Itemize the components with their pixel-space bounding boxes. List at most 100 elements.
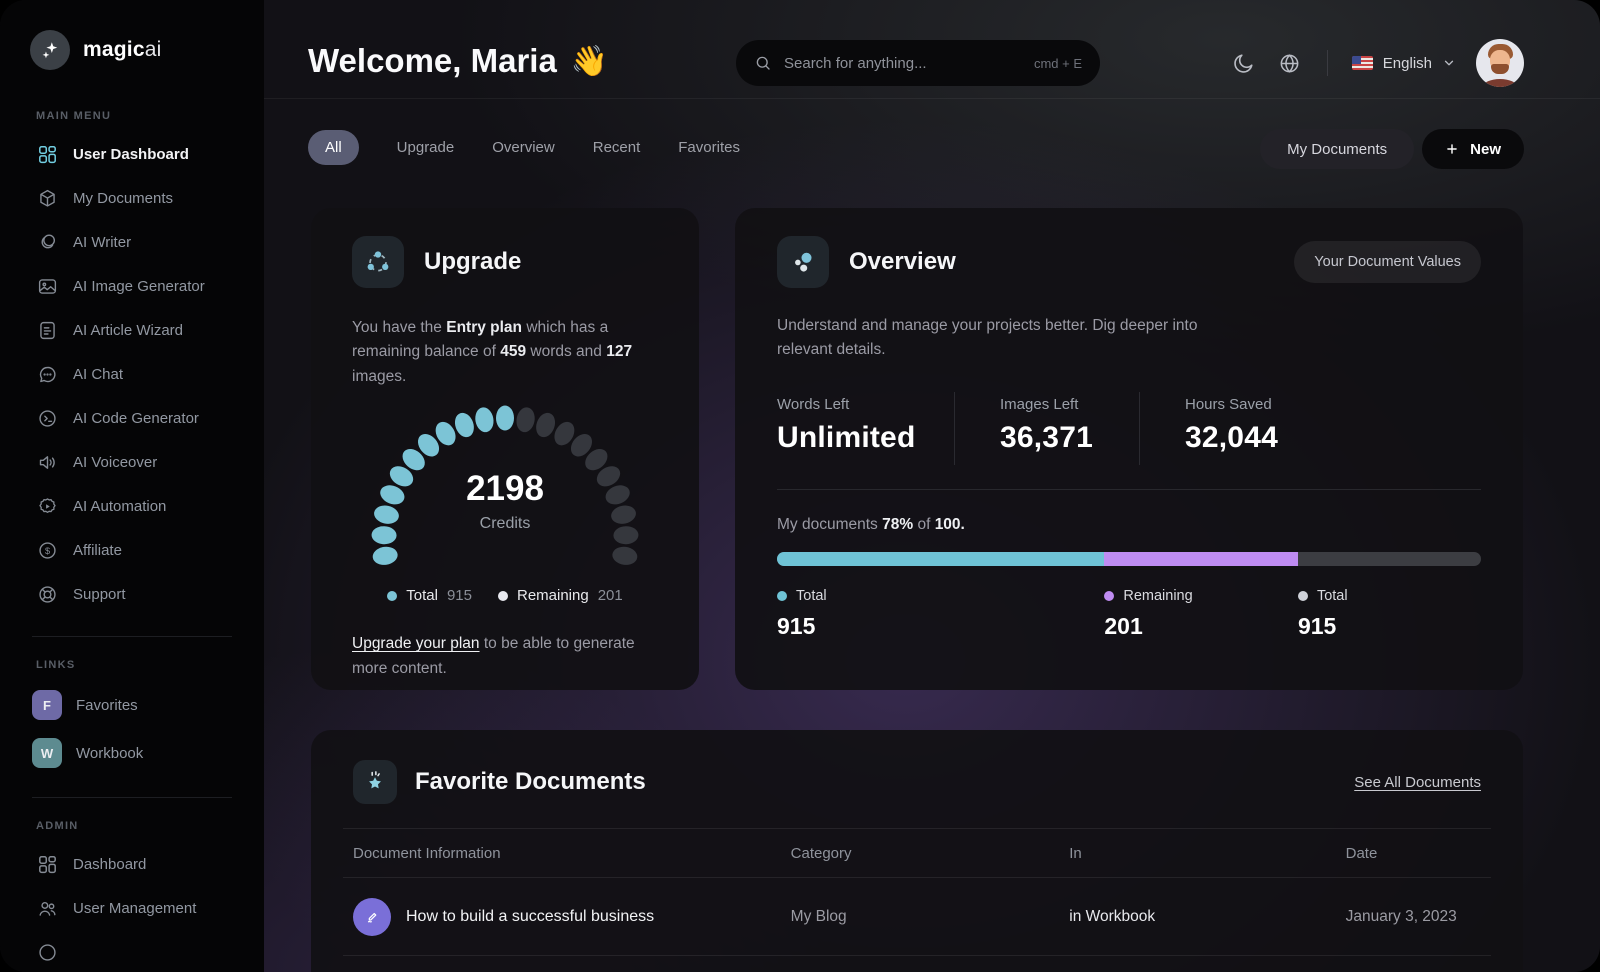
new-button[interactable]: New bbox=[1422, 129, 1524, 169]
page-title: Welcome, Maria 👋 bbox=[308, 42, 609, 79]
filter-tabs: All Upgrade Overview Recent Favorites bbox=[308, 130, 740, 165]
favorite-documents-card: Favorite Documents See All Documents Doc… bbox=[311, 730, 1523, 972]
overview-card: Overview Your Document Values Understand… bbox=[735, 208, 1523, 690]
sidebar-item-admin-dashboard[interactable]: Dashboard bbox=[24, 842, 240, 886]
pen-icon bbox=[353, 897, 391, 936]
tab-recent[interactable]: Recent bbox=[593, 139, 641, 156]
sidebar-item-ai-code-generator[interactable]: AI Code Generator bbox=[24, 396, 240, 440]
search-shortcut: cmd + E bbox=[1033, 55, 1082, 71]
stat-hours-saved: Hours Saved 32,044 bbox=[1185, 396, 1278, 455]
credits-unit: Credits bbox=[479, 515, 531, 533]
legend-total-gray: Total 915 bbox=[1297, 588, 1348, 640]
white-dot-icon bbox=[497, 590, 508, 601]
us-flag-icon bbox=[1351, 56, 1373, 70]
chevron-down-icon bbox=[1444, 60, 1454, 66]
sidebar-item-favorites[interactable]: F Favorites bbox=[24, 681, 240, 729]
see-all-documents-link[interactable]: See All Documents bbox=[1354, 774, 1481, 791]
tab-overview[interactable]: Overview bbox=[492, 139, 555, 156]
tab-upgrade[interactable]: Upgrade bbox=[397, 139, 455, 156]
sidebar-item-user-management[interactable]: User Management bbox=[24, 886, 240, 930]
app-window: magicai MAIN MENU User Dashboard My Docu… bbox=[0, 0, 1600, 972]
stat-words-left: Words Left Unlimited bbox=[777, 392, 955, 466]
sidebar-item-workbook[interactable]: W Workbook bbox=[24, 729, 240, 777]
progress-segment-total bbox=[777, 552, 1105, 567]
language-selector[interactable]: English bbox=[1351, 54, 1456, 72]
globe-icon[interactable] bbox=[1277, 50, 1303, 76]
teal-dot-icon bbox=[777, 591, 787, 602]
scatter-dots-icon bbox=[777, 236, 829, 288]
search-bar[interactable]: cmd + E bbox=[736, 40, 1100, 86]
image-icon bbox=[36, 275, 58, 297]
documents-progress-bar bbox=[777, 552, 1481, 567]
credits-value: 2198 bbox=[466, 469, 544, 509]
sidebar-item-ai-image-generator[interactable]: AI Image Generator bbox=[24, 264, 240, 308]
sidebar-item-affiliate[interactable]: $ Affiliate bbox=[24, 528, 240, 572]
overview-title: Overview bbox=[849, 248, 956, 275]
header-divider bbox=[1326, 50, 1328, 76]
purple-dot-icon bbox=[1104, 591, 1115, 602]
gauge-legend-remaining: Remaining 201 bbox=[497, 587, 623, 604]
sidebar-divider bbox=[32, 636, 232, 637]
sidebar-item-support[interactable]: Support bbox=[24, 572, 240, 616]
my-documents-button[interactable]: My Documents bbox=[1260, 129, 1415, 169]
progress-segment-remaining bbox=[1104, 552, 1298, 567]
sidebar-item-ai-voiceover[interactable]: AI Voiceover bbox=[24, 440, 240, 484]
sidebar-item-ai-chat[interactable]: AI Chat bbox=[24, 352, 240, 396]
overlapping-pages-icon bbox=[36, 231, 58, 253]
document-date: January 3, 2023 bbox=[1345, 907, 1457, 925]
tab-all[interactable]: All bbox=[308, 130, 359, 165]
gauge-legend: Total 915 Remaining 201 bbox=[352, 587, 658, 604]
upgrade-plan-line: Upgrade your plan to be able to generate… bbox=[352, 635, 635, 678]
workbook-letter-badge: W bbox=[32, 738, 62, 768]
gauge-legend-total: Total 915 bbox=[387, 587, 472, 604]
document-icon bbox=[36, 319, 58, 341]
document-values-button[interactable]: Your Document Values bbox=[1294, 241, 1481, 283]
shining-star-icon bbox=[353, 760, 397, 804]
favorites-letter-badge: F bbox=[32, 690, 62, 720]
brand-logo[interactable]: magicai bbox=[24, 30, 240, 70]
legend-remaining-purple: Remaining 201 bbox=[1104, 588, 1193, 640]
cube-icon bbox=[36, 187, 58, 209]
stat-images-left: Images Left 36,371 bbox=[955, 392, 1140, 466]
sidebar-item-user-dashboard[interactable]: User Dashboard bbox=[24, 132, 240, 176]
dashboard-grid-icon bbox=[36, 853, 58, 875]
lifebuoy-icon bbox=[36, 583, 58, 605]
dark-mode-moon-icon[interactable] bbox=[1231, 50, 1257, 76]
chat-bubble-icon bbox=[36, 363, 58, 385]
circle-icon bbox=[36, 941, 58, 963]
svg-text:$: $ bbox=[44, 546, 49, 556]
favorites-title: Favorite Documents bbox=[415, 768, 646, 795]
speaker-icon bbox=[36, 451, 58, 473]
overview-description: Understand and manage your projects bett… bbox=[777, 317, 1198, 359]
sidebar-item-ai-writer[interactable]: AI Writer bbox=[24, 220, 240, 264]
sidebar-item-ai-automation[interactable]: AI Automation bbox=[24, 484, 240, 528]
teal-dot-icon bbox=[387, 590, 398, 601]
dashboard-grid-icon bbox=[36, 143, 58, 165]
language-label: English bbox=[1382, 54, 1432, 72]
top-actions: My Documents New bbox=[1260, 129, 1524, 169]
upgrade-title: Upgrade bbox=[424, 248, 522, 275]
document-title: How to build a successful business bbox=[406, 907, 655, 925]
table-header-row: Document Information Category In Date bbox=[343, 828, 1491, 878]
search-input[interactable] bbox=[784, 54, 1022, 72]
sidebar-item-ai-article-wizard[interactable]: AI Article Wizard bbox=[24, 308, 240, 352]
sidebar: magicai MAIN MENU User Dashboard My Docu… bbox=[0, 0, 264, 972]
upgrade-plan-link[interactable]: Upgrade your plan bbox=[352, 635, 480, 652]
document-category: My Blog bbox=[790, 907, 847, 925]
links-label: LINKS bbox=[36, 659, 76, 671]
tab-favorites[interactable]: Favorites bbox=[678, 139, 740, 156]
main-menu-label: MAIN MENU bbox=[36, 110, 112, 122]
sidebar-item-partial[interactable] bbox=[24, 930, 240, 972]
credits-gauge: 2198 Credits bbox=[352, 403, 658, 571]
document-location: in Workbook bbox=[1069, 907, 1156, 925]
waving-hand-emoji: 👋 bbox=[570, 44, 609, 78]
sparkles-logo-icon bbox=[30, 30, 70, 70]
main-area: Welcome, Maria 👋 cmd + E English All Up bbox=[264, 0, 1600, 972]
dollar-circle-icon: $ bbox=[36, 539, 58, 561]
sidebar-item-my-documents[interactable]: My Documents bbox=[24, 176, 240, 220]
overview-divider bbox=[777, 489, 1481, 491]
plus-icon bbox=[1447, 144, 1457, 154]
plan-summary: You have the Entry plan which has a rema… bbox=[352, 319, 633, 385]
table-row[interactable]: How to build a successful business My Bl… bbox=[343, 878, 1491, 956]
avatar[interactable] bbox=[1476, 39, 1524, 87]
